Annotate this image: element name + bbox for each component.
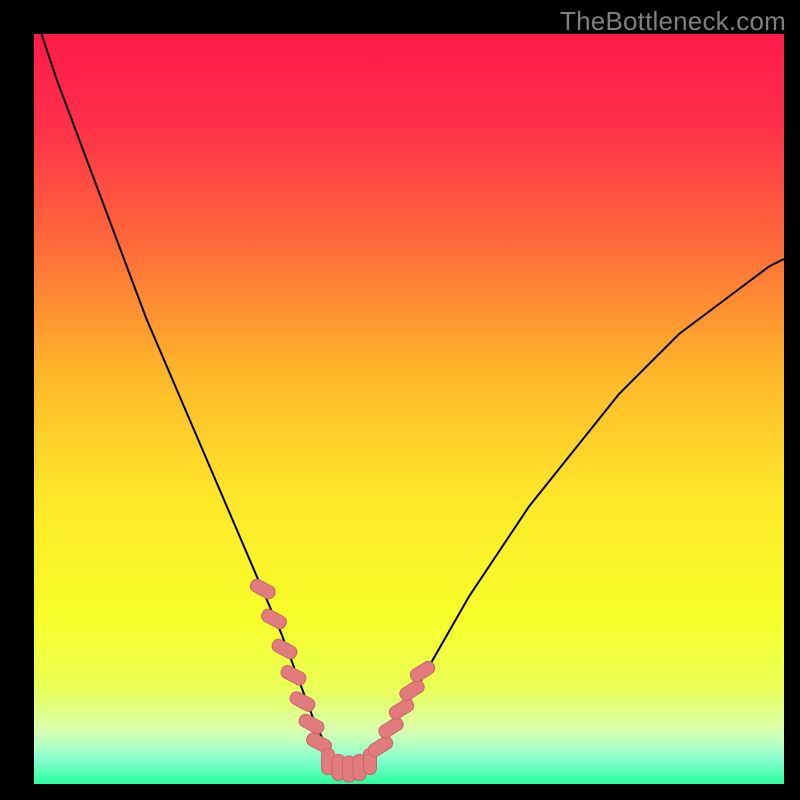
curve-marker	[387, 697, 416, 722]
curve-marker	[248, 577, 277, 601]
curve-marker	[408, 659, 437, 684]
curve-layer	[34, 34, 784, 784]
curve-marker	[377, 715, 406, 740]
curve-marker	[288, 690, 317, 714]
curve-marker	[259, 607, 288, 631]
chart-frame: TheBottleneck.com	[0, 0, 800, 800]
curve-marker	[398, 678, 427, 703]
curve-markers	[248, 577, 437, 782]
watermark-text: TheBottleneck.com	[560, 6, 786, 37]
plot-area	[34, 34, 784, 784]
bottleneck-curve	[42, 34, 785, 769]
curve-marker	[366, 734, 395, 759]
